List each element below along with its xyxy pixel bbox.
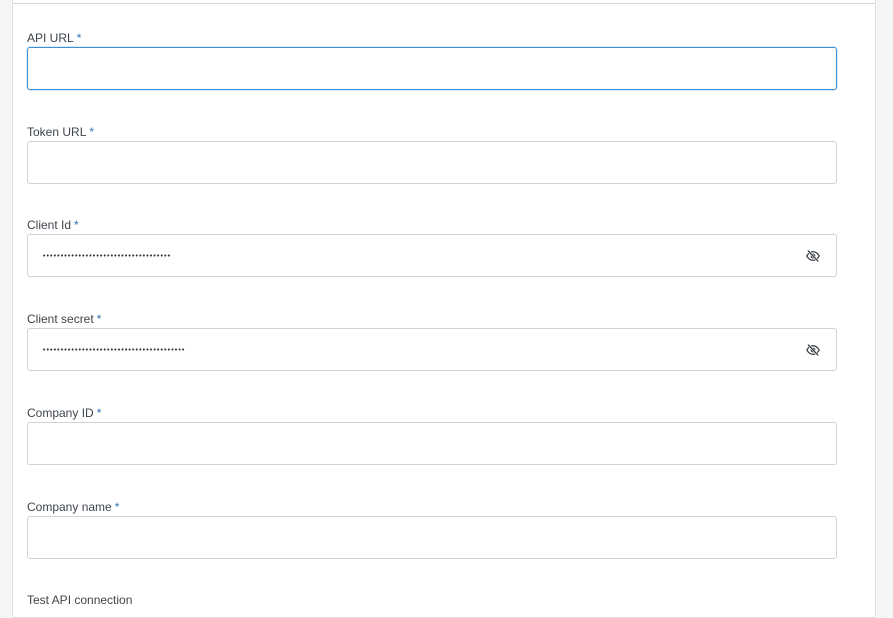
client-id-label-text: Client Id <box>27 218 72 232</box>
client-secret-label: Client secret * <box>27 312 101 326</box>
token-url-input[interactable] <box>28 142 836 183</box>
token-url-input-box <box>27 141 837 184</box>
required-marker: * <box>96 312 102 326</box>
company-name-input[interactable] <box>28 517 836 558</box>
client-id-masked-value: •••••••••••••••••••••••••••••••••••• <box>42 252 171 260</box>
client-secret-input[interactable]: •••••••••••••••••••••••••••••••••••••••• <box>27 328 837 371</box>
client-id-input[interactable]: •••••••••••••••••••••••••••••••••••• <box>27 234 837 277</box>
client-id-label: Client Id * <box>27 218 79 232</box>
token-url-label-text: Token URL <box>27 125 87 139</box>
required-marker: * <box>74 218 79 232</box>
company-id-label-text: Company ID <box>27 406 94 420</box>
api-url-label-text: API URL <box>27 31 74 45</box>
company-name-input-box <box>27 516 837 559</box>
company-name-label: Company name * <box>27 500 119 514</box>
panel-top-divider <box>13 0 875 4</box>
company-id-input[interactable] <box>28 423 836 464</box>
company-name-label-text: Company name <box>27 500 112 514</box>
api-url-input[interactable] <box>28 48 836 89</box>
client-secret-label-text: Client secret <box>27 312 94 326</box>
required-marker: * <box>96 406 102 420</box>
company-id-label: Company ID * <box>27 406 101 420</box>
client-secret-masked-value: •••••••••••••••••••••••••••••••••••••••• <box>42 346 185 354</box>
token-url-label: Token URL * <box>27 125 94 139</box>
required-marker: * <box>114 500 120 514</box>
company-id-input-box <box>27 422 837 465</box>
required-marker: * <box>89 125 95 139</box>
eye-slash-icon[interactable] <box>805 248 821 264</box>
api-url-input-box <box>27 47 837 90</box>
api-url-label: API URL * <box>27 31 81 45</box>
eye-slash-icon[interactable] <box>805 342 821 358</box>
required-marker: * <box>76 31 82 45</box>
